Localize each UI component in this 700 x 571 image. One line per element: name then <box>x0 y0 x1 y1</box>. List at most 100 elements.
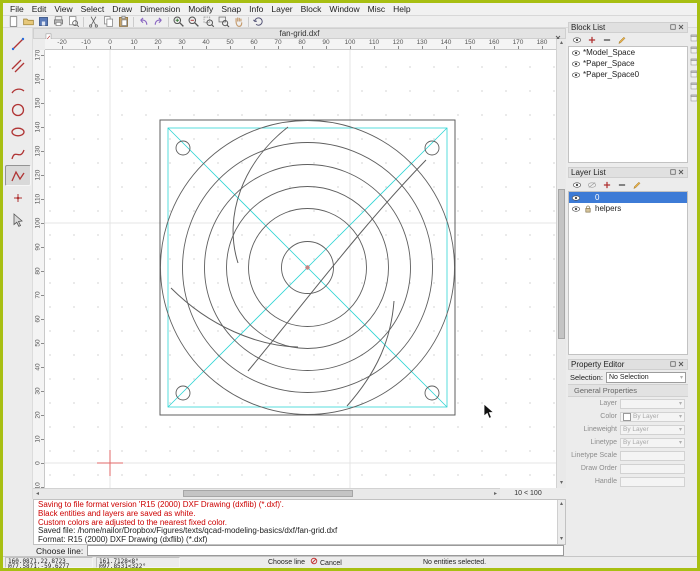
blade-curve[interactable] <box>170 287 299 348</box>
block-list-item[interactable]: *Paper_Space0 <box>569 69 687 80</box>
float-panel-icon[interactable] <box>669 23 677 33</box>
block-list-item[interactable]: *Paper_Space <box>569 58 687 69</box>
zoom-out-button[interactable] <box>186 16 201 28</box>
drawing-svg <box>45 50 556 488</box>
scroll-down-icon[interactable]: ▾ <box>557 479 566 488</box>
cancel-button[interactable]: Cancel <box>310 557 342 568</box>
zoom-in-button[interactable] <box>171 16 186 28</box>
drawing-canvas[interactable] <box>45 50 556 488</box>
property-draw-order-field[interactable] <box>620 463 685 474</box>
horizontal-scroll-thumb[interactable] <box>183 490 353 497</box>
menu-dimension[interactable]: Dimension <box>136 4 184 14</box>
pan-button[interactable] <box>231 16 246 28</box>
property-layer-field[interactable]: ▾ <box>620 398 685 409</box>
float-panel-icon[interactable] <box>669 360 677 370</box>
panel-toggle-button[interactable] <box>689 57 697 67</box>
menu-info[interactable]: Info <box>245 4 267 14</box>
pointer-icon <box>483 403 495 419</box>
menu-misc[interactable]: Misc <box>364 4 389 14</box>
ruler-tick <box>41 79 44 80</box>
vertical-scroll-thumb[interactable] <box>558 189 565 339</box>
menu-block[interactable]: Block <box>297 4 326 14</box>
center-point[interactable] <box>305 265 310 270</box>
mounting-hole[interactable] <box>424 385 440 401</box>
minus-button[interactable] <box>615 179 628 190</box>
property-value: By Layer <box>623 439 649 446</box>
plus-button[interactable] <box>600 179 613 190</box>
menu-layer[interactable]: Layer <box>267 4 296 14</box>
paste-button[interactable] <box>116 15 131 28</box>
blade-curve[interactable] <box>232 126 289 264</box>
block-list-item[interactable]: *Model_Space <box>569 47 687 58</box>
print-preview-button[interactable] <box>66 16 81 28</box>
menu-file[interactable]: File <box>6 4 28 14</box>
pencil-button[interactable] <box>630 179 643 190</box>
close-panel-icon[interactable] <box>677 168 685 178</box>
parallel-tool-button[interactable] <box>5 55 31 76</box>
panel-toggle-button[interactable] <box>689 69 697 79</box>
panel-toggle-button[interactable] <box>689 81 697 91</box>
arc-tool-button[interactable] <box>5 77 31 98</box>
print-button[interactable] <box>51 16 66 28</box>
plus-button[interactable] <box>585 34 598 45</box>
scroll-left-icon[interactable]: ◂ <box>33 490 42 499</box>
history-scroll-up-icon[interactable]: ▴ <box>557 500 565 509</box>
polyline-tool-button[interactable] <box>4 165 31 186</box>
history-scroll-down-icon[interactable]: ▾ <box>557 535 565 544</box>
panel-toggle-button[interactable] <box>689 45 697 55</box>
undo-button[interactable] <box>136 16 151 28</box>
property-lineweight-field[interactable]: By Layer ▾ <box>620 424 685 435</box>
zoom-auto-button[interactable] <box>201 16 216 28</box>
zoom-window-button[interactable] <box>216 16 231 28</box>
open-file-button[interactable] <box>21 16 36 28</box>
property-linetype-scale-field[interactable] <box>620 450 685 461</box>
cut-button[interactable] <box>86 16 101 28</box>
ellipse-tool-button[interactable] <box>5 121 31 142</box>
spline-tool-button[interactable] <box>5 143 31 164</box>
menu-view[interactable]: View <box>50 4 76 14</box>
ruler-tick <box>41 271 44 272</box>
redo-button[interactable] <box>151 16 166 28</box>
command-input[interactable] <box>87 545 564 556</box>
minus-button[interactable] <box>600 34 613 45</box>
layer-list-item[interactable]: helpers <box>569 203 687 214</box>
menu-modify[interactable]: Modify <box>184 4 217 14</box>
regen-button[interactable] <box>251 16 266 28</box>
copy-button[interactable] <box>101 16 116 28</box>
modify-tool-button[interactable] <box>5 209 31 230</box>
menu-select[interactable]: Select <box>77 4 109 14</box>
selection-combo[interactable]: No Selection ▾ <box>605 371 686 383</box>
horizontal-scrollbar[interactable]: ◂ ▸ <box>33 488 500 499</box>
menu-snap[interactable]: Snap <box>217 4 245 14</box>
pencil-button[interactable] <box>615 34 628 45</box>
new-file-button[interactable] <box>6 16 21 28</box>
vertical-scrollbar[interactable]: ▴ ▾ <box>556 39 566 488</box>
close-panel-icon[interactable] <box>677 23 685 33</box>
eye-button[interactable] <box>570 179 583 190</box>
panel-toggle-button[interactable] <box>689 93 697 103</box>
line-tool-button[interactable] <box>5 33 31 54</box>
menu-window[interactable]: Window <box>325 4 363 14</box>
property-color-field[interactable]: By Layer ▾ <box>620 411 685 422</box>
property-handle-field[interactable] <box>620 476 685 487</box>
layer-list-item[interactable]: 0 <box>569 192 687 203</box>
blade-curve[interactable] <box>346 300 395 407</box>
scroll-right-icon[interactable]: ▸ <box>491 490 500 499</box>
scroll-up-icon[interactable]: ▴ <box>557 39 566 48</box>
undo-icon <box>140 17 148 25</box>
history-scrollbar[interactable]: ▴ ▾ <box>557 500 565 544</box>
menu-draw[interactable]: Draw <box>108 4 136 14</box>
panel-toggle-button[interactable] <box>689 33 697 43</box>
float-panel-icon[interactable] <box>669 168 677 178</box>
point-tool-button[interactable] <box>5 187 31 208</box>
mounting-hole[interactable] <box>175 385 191 401</box>
save-file-button[interactable] <box>36 16 51 28</box>
eye-button[interactable] <box>570 34 583 45</box>
property-linetype-field[interactable]: By Layer ▾ <box>620 437 685 448</box>
eye-off-button[interactable] <box>585 179 598 190</box>
menu-edit[interactable]: Edit <box>28 4 51 14</box>
circle-tool-button[interactable] <box>5 99 31 120</box>
close-panel-icon[interactable] <box>677 360 685 370</box>
ruler-tick <box>41 415 44 416</box>
menu-help[interactable]: Help <box>389 4 414 14</box>
